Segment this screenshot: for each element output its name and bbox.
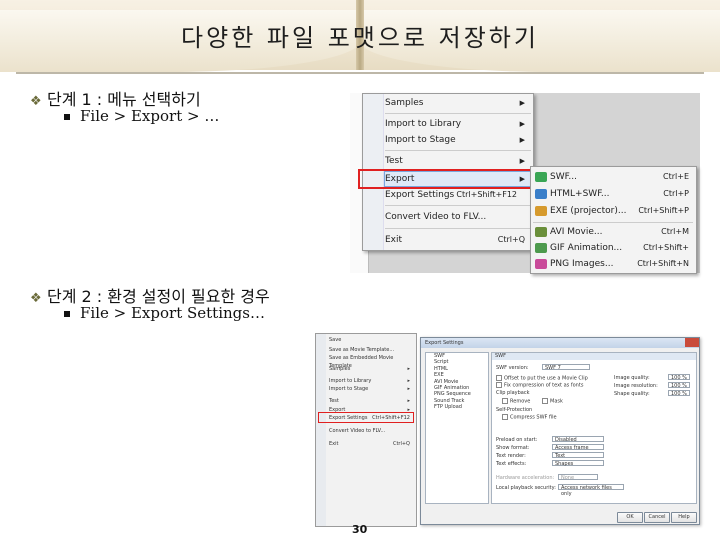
swf-icon: [535, 172, 547, 182]
ok-button[interactable]: OK: [617, 512, 643, 523]
dialog-title-bar: Export Settings: [421, 338, 699, 348]
cancel-button[interactable]: Cancel: [644, 512, 670, 523]
menu-item-samples[interactable]: Samples ▶: [385, 96, 531, 110]
pane-header: SWF: [492, 353, 696, 360]
checkbox-icon: [542, 398, 548, 404]
menu-item-convert-video[interactable]: Convert Video to FLV...: [385, 210, 531, 224]
show-format-select[interactable]: Access frame: [552, 444, 604, 451]
submenu-item-swf[interactable]: SWF... Ctrl+E: [533, 170, 693, 184]
menu-item-exit[interactable]: Exit Ctrl+Q: [329, 440, 414, 448]
menu-separator: [385, 150, 531, 151]
png-icon: [535, 259, 547, 269]
option-fix-compression[interactable]: Fix compression of text as fonts: [496, 382, 583, 389]
settings-pane: SWF SWF version: SWF 7 Offset to put the…: [491, 352, 697, 504]
menu-item-test[interactable]: Test ▸: [329, 397, 414, 405]
menu-item-convert-video[interactable]: Convert Video to FLV...: [329, 427, 414, 435]
exe-icon: [535, 206, 547, 216]
submenu-item-gif[interactable]: GIF Animation... Ctrl+Shift+: [533, 241, 693, 255]
menu-item-samples[interactable]: Samples ▸: [329, 365, 414, 373]
swf-version-select[interactable]: SWF 7: [542, 364, 590, 371]
menu-item-test[interactable]: Test ▶: [385, 154, 531, 168]
export-highlight-box: [358, 169, 534, 189]
option-compress-swf[interactable]: Compress SWF file: [502, 414, 557, 421]
export-settings-dialog: Export Settings SWF Script HTML EXE AVI …: [420, 337, 700, 525]
text-effects-select[interactable]: Shapes: [552, 460, 604, 467]
diamond-bullet-icon: ❖: [30, 291, 42, 306]
hardware-label: Hardware acceleration:: [496, 475, 555, 481]
menu-separator: [385, 228, 531, 229]
checkbox-icon: [496, 382, 502, 388]
shape-quality-input[interactable]: 100 %: [668, 390, 690, 397]
checkbox-icon: [496, 375, 502, 381]
checkbox-icon: [502, 398, 508, 404]
option-remove[interactable]: Remove: [502, 398, 530, 405]
file-menu-small: Save Save as Movie Template... Save as E…: [315, 333, 417, 527]
step2-path: File > Export Settings…: [64, 304, 265, 322]
submenu-item-html-swf[interactable]: HTML+SWF... Ctrl+P: [533, 187, 693, 201]
preload-select[interactable]: Disabled: [552, 436, 604, 443]
image-resolution-label: Image resolution:: [614, 383, 658, 389]
submenu-item-avi[interactable]: AVI Movie... Ctrl+M: [533, 225, 693, 239]
diamond-bullet-icon: ❖: [30, 94, 42, 109]
menu-item-import-to-stage[interactable]: Import to Stage ▶: [385, 133, 531, 147]
square-bullet-icon: [64, 114, 70, 120]
avi-icon: [535, 227, 547, 237]
close-icon[interactable]: [685, 338, 699, 347]
text-effects-label: Text effects:: [496, 461, 527, 467]
shape-quality-label: Shape quality:: [614, 391, 650, 397]
title-divider: [16, 72, 704, 74]
menu-item-import-to-library[interactable]: Import to Library ▶: [385, 117, 531, 131]
submenu-arrow-icon: ▶: [519, 120, 525, 128]
menu-item-import-to-stage[interactable]: Import to Stage ▸: [329, 385, 414, 393]
menu-item-export-settings[interactable]: Export Settings Ctrl+Shift+F12: [385, 188, 531, 202]
menu-separator: [385, 205, 531, 206]
option-self-protection: Self-Protection: [496, 407, 533, 413]
menu-item-save-as-template[interactable]: Save as Movie Template...: [329, 346, 414, 354]
menu-item-save[interactable]: Save: [329, 336, 414, 344]
export-submenu: SWF... Ctrl+E HTML+SWF... Ctrl+P EXE (proj…: [530, 166, 697, 274]
checkbox-icon: [502, 414, 508, 420]
page-number: 30: [352, 523, 368, 536]
swf-version-label: SWF version:: [496, 365, 529, 371]
gif-icon: [535, 243, 547, 253]
page-title: 다양한 파일 포맷으로 저장하기: [181, 24, 539, 52]
submenu-item-png[interactable]: PNG Images... Ctrl+Shift+N: [533, 257, 693, 271]
submenu-item-exe[interactable]: EXE (projector)... Ctrl+Shift+P: [533, 204, 693, 218]
option-offset[interactable]: Offset to put the use a Movie Clip: [496, 375, 588, 382]
preload-label: Preload on start:: [496, 437, 538, 443]
square-bullet-icon: [64, 311, 70, 317]
html-icon: [535, 189, 547, 199]
export-settings-screenshot: Save Save as Movie Template... Save as E…: [315, 333, 700, 527]
tree-item-ftp[interactable]: FTP Upload: [426, 404, 488, 410]
submenu-arrow-icon: ▶: [519, 99, 525, 107]
menu-separator: [385, 113, 531, 114]
image-quality-input[interactable]: 100 %: [668, 374, 690, 381]
file-menu-screenshot: Samples ▶ Import to Library ▶ Import to St…: [350, 93, 700, 274]
menu-item-exit[interactable]: Exit Ctrl+Q: [385, 233, 531, 247]
option-clip-playback: Clip playback: [496, 390, 530, 396]
menu-item-import-to-library[interactable]: Import to Library ▸: [329, 377, 414, 385]
text-render-label: Text render:: [496, 453, 526, 459]
local-playback-select[interactable]: Access network files only: [558, 484, 624, 497]
menu-item-save-embedded-template[interactable]: Save as Embedded Movie Template: [329, 354, 414, 369]
step1-path: File > Export > …: [64, 107, 219, 125]
settings-tree: SWF Script HTML EXE AVI Movie GIF Animat…: [425, 352, 489, 504]
menu-separator: [533, 222, 693, 223]
export-settings-highlight-box: [318, 412, 414, 423]
image-resolution-input[interactable]: 100 %: [668, 382, 690, 389]
submenu-arrow-icon: ▶: [519, 136, 525, 144]
local-playback-label: Local playback security:: [496, 485, 556, 491]
hardware-select[interactable]: None: [558, 474, 598, 481]
submenu-arrow-icon: ▶: [519, 157, 525, 165]
image-quality-label: Image quality:: [614, 375, 650, 381]
text-render-select[interactable]: Text: [552, 452, 604, 459]
help-button[interactable]: Help: [671, 512, 697, 523]
show-format-label: Show format:: [496, 445, 530, 451]
option-mask[interactable]: Mask: [542, 398, 563, 405]
